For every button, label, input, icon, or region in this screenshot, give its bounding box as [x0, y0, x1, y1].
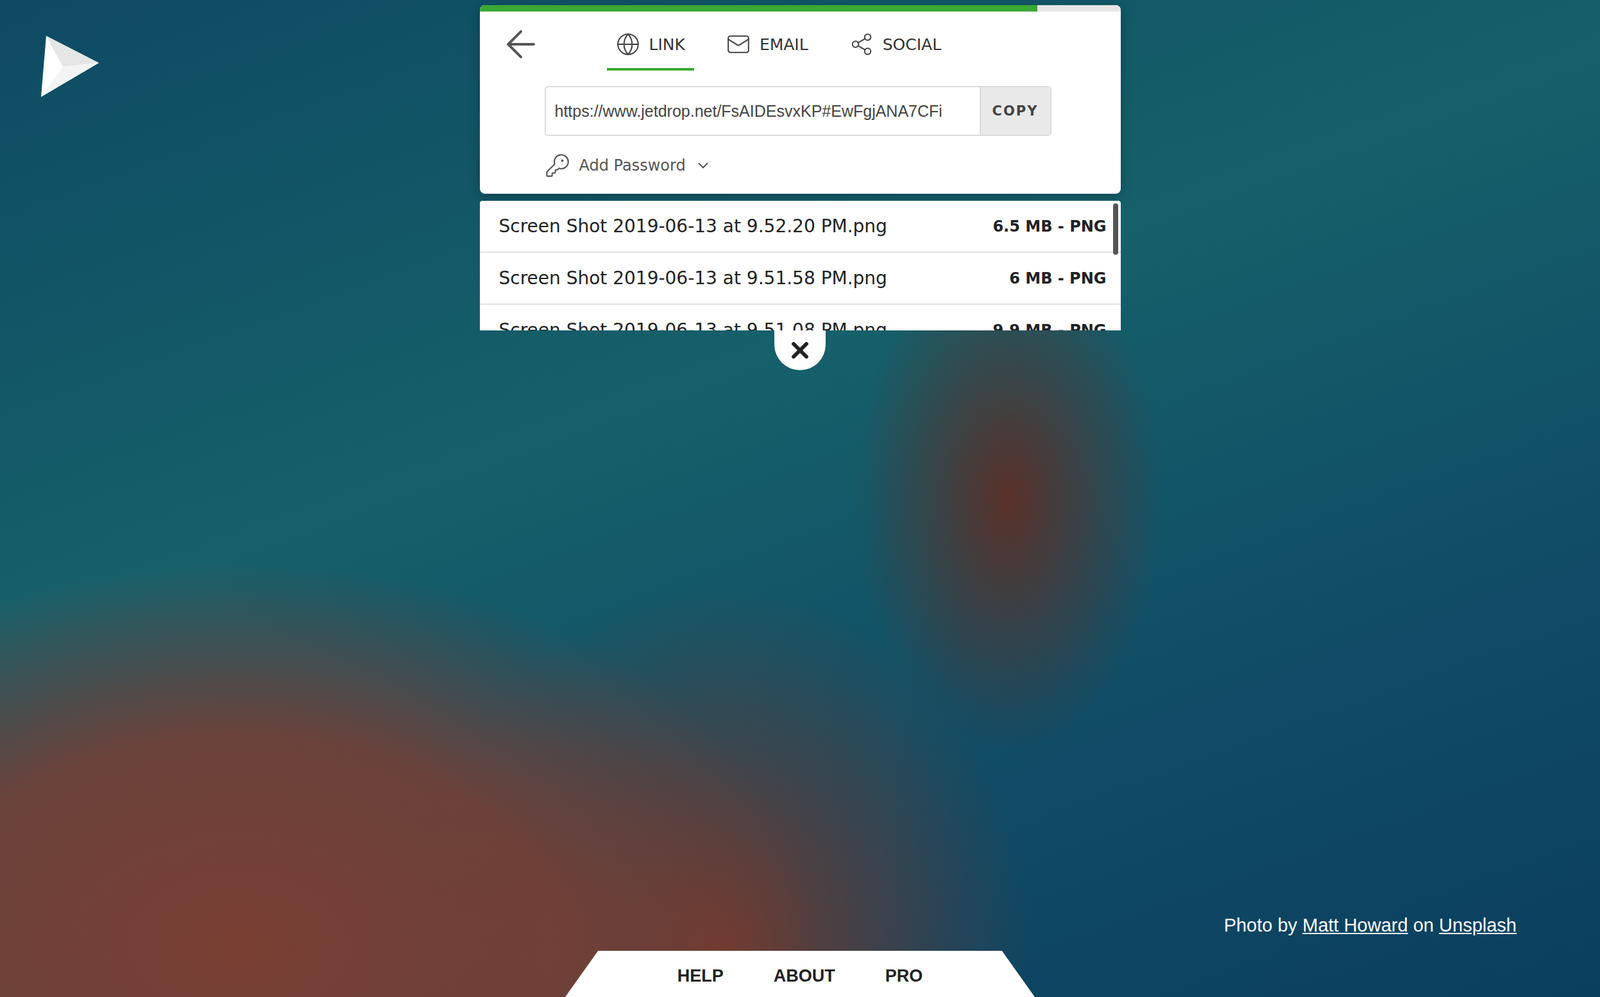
- share-header: LINK EMAIL SOCIAL: [479, 11, 1121, 71]
- tab-label: EMAIL: [759, 35, 809, 54]
- close-icon: [787, 337, 813, 364]
- link-field: https://www.jetdrop.net/FsAIDEsvxKP#EwFg…: [544, 85, 1052, 137]
- add-password-label: Add Password: [579, 156, 686, 175]
- paper-plane-logo-icon[interactable]: [41, 35, 99, 97]
- add-password-toggle[interactable]: Add Password: [544, 150, 712, 181]
- file-row[interactable]: Screen Shot 2019-06-13 at 9.51.58 PM.png…: [479, 252, 1121, 305]
- nav-item[interactable]: PRO: [885, 966, 924, 987]
- share-tabs: LINK EMAIL SOCIAL: [606, 17, 951, 71]
- upload-progress-fill: [479, 5, 1038, 12]
- share-tab[interactable]: SOCIAL: [840, 17, 951, 71]
- copy-button[interactable]: COPY: [979, 87, 1051, 135]
- arrow-left-icon: [499, 22, 543, 67]
- back-button[interactable]: [499, 22, 543, 67]
- link-url[interactable]: https://www.jetdrop.net/FsAIDEsvxKP#EwFg…: [545, 87, 980, 135]
- tab-label: SOCIAL: [882, 35, 942, 54]
- share-tab[interactable]: LINK: [606, 17, 695, 71]
- logo: [0, 0, 480, 100]
- tab-icon: [849, 32, 874, 57]
- key-icon: [544, 152, 571, 179]
- tab-icon: [615, 32, 641, 57]
- upload-progress: [479, 5, 1121, 12]
- share-tab[interactable]: EMAIL: [717, 17, 818, 71]
- file-size: 9.9 MB - PNG: [992, 321, 1107, 332]
- file-row[interactable]: Screen Shot 2019-06-13 at 9.51.08 PM.png…: [479, 304, 1121, 331]
- file-row[interactable]: Screen Shot 2019-06-13 at 9.52.20 PM.png…: [479, 200, 1121, 253]
- credit-prefix: Photo by: [1224, 914, 1298, 937]
- file-list: Screen Shot 2019-06-13 at 9.52.20 PM.png…: [479, 200, 1121, 331]
- top-row: LINK EMAIL SOCIAL https://www.jetdrop.net/F…: [0, 0, 1600, 371]
- file-name: Screen Shot 2019-06-13 at 9.52.20 PM.png: [499, 215, 888, 237]
- scrollbar-thumb[interactable]: [1113, 203, 1119, 255]
- photo-credit: Photo byMatt HowardonUnsplash: [1224, 914, 1517, 937]
- credit-middle: on: [1413, 914, 1434, 937]
- share-card: LINK EMAIL SOCIAL https://www.jetdrop.net/F…: [479, 5, 1121, 194]
- bottom-nav: HELP ABOUT PRO: [565, 950, 1035, 997]
- chevron-down-icon: [694, 157, 712, 174]
- page: LINK EMAIL SOCIAL https://www.jetdrop.net/F…: [0, 0, 1600, 997]
- file-name: Screen Shot 2019-06-13 at 9.51.08 PM.png: [499, 319, 888, 331]
- tab-icon: [726, 32, 751, 57]
- close-button[interactable]: [774, 330, 826, 371]
- file-name: Screen Shot 2019-06-13 at 9.51.58 PM.png: [499, 267, 888, 289]
- nav-item[interactable]: ABOUT: [773, 966, 836, 987]
- credit-author-link[interactable]: Matt Howard: [1302, 914, 1408, 937]
- tab-label: LINK: [649, 35, 686, 54]
- file-size: 6 MB - PNG: [1009, 269, 1107, 288]
- nav-item[interactable]: HELP: [677, 966, 724, 987]
- share-panel: LINK EMAIL SOCIAL https://www.jetdrop.net/F…: [479, 0, 1121, 371]
- footer: HELP ABOUT PRO Photo byMatt HowardonUnsplas…: [0, 914, 1600, 997]
- credit-site-link[interactable]: Unsplash: [1438, 914, 1517, 937]
- file-size: 6.5 MB - PNG: [992, 217, 1107, 236]
